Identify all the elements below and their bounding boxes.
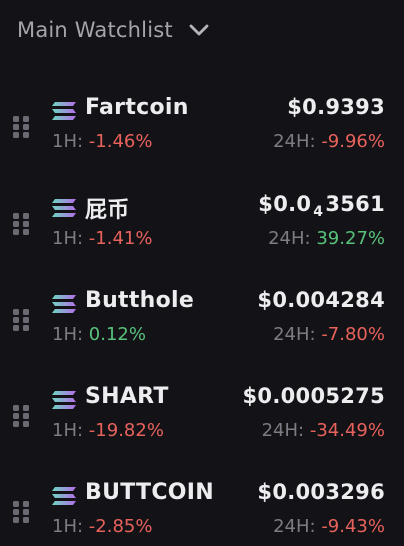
change-1h: 1H: -1.46% <box>52 131 152 152</box>
drag-handle-icon[interactable] <box>12 500 30 524</box>
coin-name: Fartcoin <box>85 95 189 120</box>
solana-icon <box>52 487 76 505</box>
chevron-down-icon[interactable] <box>189 24 209 36</box>
change-24h-value: 39.27% <box>316 228 385 249</box>
coin-price: $0.0 43561 <box>258 192 385 220</box>
change-1h-label: 1H: <box>52 131 84 152</box>
price-prefix: $0.0 <box>258 192 312 216</box>
coin-name: Butthole <box>85 288 195 313</box>
change-24h: 24H: -9.43% <box>273 516 385 537</box>
watchlist-title: Main Watchlist <box>17 18 173 42</box>
change-24h: 24H: -34.49% <box>262 420 385 441</box>
solana-icon <box>52 102 76 120</box>
drag-handle-icon[interactable] <box>12 212 30 236</box>
change-1h-value: 0.12% <box>88 324 146 345</box>
watchlist-row[interactable]: 屁币 $0.0 43561 1H: -1.41% 24H: 39.27% <box>0 192 404 288</box>
price-zero-count: 4 <box>313 204 324 220</box>
coin-price: $0.0005275 <box>242 384 385 408</box>
change-1h: 1H: -1.41% <box>52 228 152 249</box>
watchlist-selector[interactable]: Main Watchlist <box>17 18 209 42</box>
watchlist-row[interactable]: BUTTCOIN $0.003296 1H: -2.85% 24H: -9.43… <box>0 480 404 546</box>
coin-name: SHART <box>85 384 169 409</box>
solana-icon <box>52 391 76 409</box>
change-24h-label: 24H: <box>268 228 311 249</box>
change-1h-value: -19.82% <box>88 420 164 441</box>
change-24h: 24H: -7.80% <box>273 324 385 345</box>
change-1h-label: 1H: <box>52 516 84 537</box>
change-1h-value: -2.85% <box>88 516 153 537</box>
coin-price: $0.004284 <box>257 288 385 312</box>
change-1h: 1H: 0.12% <box>52 324 146 345</box>
price-digits: 3561 <box>325 192 385 216</box>
drag-handle-icon[interactable] <box>12 404 30 428</box>
change-24h-value: -9.96% <box>321 131 385 152</box>
change-24h-label: 24H: <box>273 131 316 152</box>
watchlist-row[interactable]: SHART $0.0005275 1H: -19.82% 24H: -34.49… <box>0 384 404 480</box>
change-24h-label: 24H: <box>261 420 305 441</box>
change-24h-label: 24H: <box>273 516 316 537</box>
drag-handle-icon[interactable] <box>12 115 30 139</box>
solana-icon <box>52 199 76 217</box>
change-1h-value: -1.41% <box>88 228 153 249</box>
change-1h-label: 1H: <box>52 228 84 249</box>
change-1h-value: -1.46% <box>88 131 153 152</box>
coin-name: BUTTCOIN <box>85 480 214 505</box>
change-24h-value: -34.49% <box>309 420 385 441</box>
change-24h-value: -7.80% <box>321 324 385 345</box>
change-1h: 1H: -2.85% <box>52 516 152 537</box>
coin-price: $0.9393 <box>287 95 385 119</box>
change-24h-label: 24H: <box>273 324 316 345</box>
drag-handle-icon[interactable] <box>12 308 30 332</box>
coin-name: 屁币 <box>85 198 130 223</box>
coin-price: $0.003296 <box>257 480 385 504</box>
change-1h-label: 1H: <box>52 420 84 441</box>
solana-icon <box>52 295 76 313</box>
watchlist-row[interactable]: Fartcoin $0.9393 1H: -1.46% 24H: -9.96% <box>0 95 404 191</box>
change-24h: 24H: -9.96% <box>273 131 385 152</box>
watchlist-row[interactable]: Butthole $0.004284 1H: 0.12% 24H: -7.80% <box>0 288 404 384</box>
change-1h-label: 1H: <box>52 324 84 345</box>
change-24h: 24H: 39.27% <box>268 228 385 249</box>
change-24h-value: -9.43% <box>321 516 385 537</box>
change-1h: 1H: -19.82% <box>52 420 164 441</box>
